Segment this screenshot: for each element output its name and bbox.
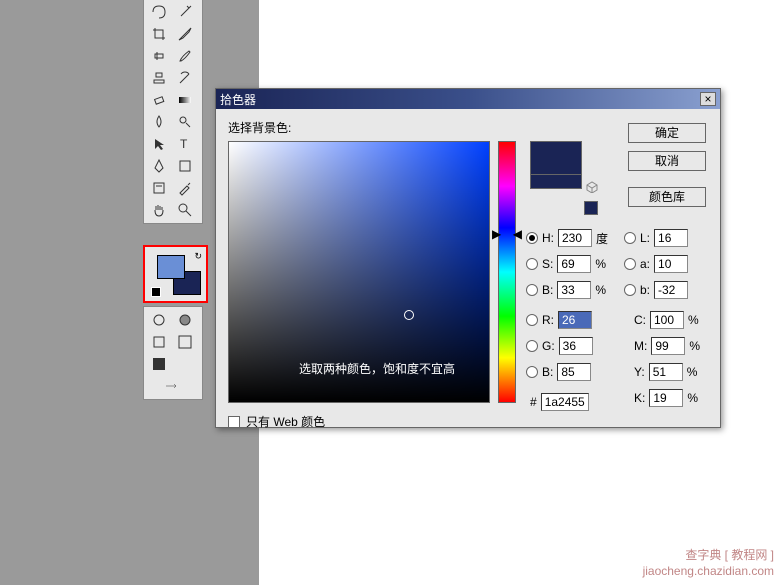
s-radio[interactable] — [526, 258, 538, 270]
web-only-label: 只有 Web 颜色 — [246, 413, 325, 430]
r-label: R: — [542, 313, 554, 327]
m-input[interactable]: 99 — [651, 337, 685, 355]
g-label: G: — [542, 339, 555, 353]
shape-icon[interactable] — [172, 155, 198, 177]
s-label: S: — [542, 257, 553, 271]
screen-mode-1-icon[interactable] — [146, 331, 172, 353]
s-unit: % — [595, 257, 606, 271]
web-only-checkbox[interactable] — [228, 416, 240, 428]
panel-annotation: 选取两种颜色，饱和度不宜高 — [299, 360, 455, 377]
screen-mode-2-icon[interactable] — [172, 331, 198, 353]
standard-mode-icon[interactable] — [146, 309, 172, 331]
blur-icon[interactable] — [146, 111, 172, 133]
a-input[interactable]: 10 — [654, 255, 688, 273]
websafe-swatch[interactable] — [584, 201, 598, 215]
k-input[interactable]: 19 — [649, 389, 683, 407]
svg-text:T: T — [180, 137, 188, 151]
eraser-icon[interactable] — [146, 89, 172, 111]
color-picker-dialog: 拾色器 × 选择背景色: 选取两种颜色，饱和度不宜高 ▶◀ 确定 取消 颜色库 … — [215, 88, 721, 428]
zoom-icon[interactable] — [172, 199, 198, 221]
hsb-b-label: B: — [542, 283, 553, 297]
hue-slider[interactable] — [498, 141, 516, 403]
brush-icon[interactable] — [172, 45, 198, 67]
sv-gradient-panel[interactable]: 选取两种颜色，饱和度不宜高 — [228, 141, 490, 403]
h-radio[interactable] — [526, 232, 538, 244]
wand-icon[interactable] — [172, 1, 198, 23]
l-radio[interactable] — [624, 232, 636, 244]
rgb-b-label: B: — [542, 365, 553, 379]
l-input[interactable]: 16 — [654, 229, 688, 247]
history-brush-icon[interactable] — [172, 67, 198, 89]
tool-palette: T — [143, 0, 203, 224]
lab-b-input[interactable]: -32 — [654, 281, 688, 299]
g-radio[interactable] — [526, 340, 538, 352]
new-color-preview — [530, 141, 582, 175]
rgb-b-radio[interactable] — [526, 366, 538, 378]
current-color-preview[interactable] — [530, 175, 582, 189]
pen-icon[interactable] — [146, 155, 172, 177]
k-unit: % — [687, 391, 698, 405]
y-unit: % — [687, 365, 698, 379]
h-unit: 度 — [596, 230, 608, 247]
watermark: 查字典 [ 教程网 ] jiaocheng.chazidian.com — [643, 547, 774, 579]
color-library-button[interactable]: 颜色库 — [628, 187, 706, 207]
lab-b-label: b: — [640, 283, 650, 297]
c-label: C: — [634, 313, 646, 327]
stamp-icon[interactable] — [146, 67, 172, 89]
cancel-button[interactable]: 取消 — [628, 151, 706, 171]
slice-icon[interactable] — [172, 23, 198, 45]
s-input[interactable]: 69 — [557, 255, 591, 273]
healing-icon[interactable] — [146, 45, 172, 67]
y-label: Y: — [634, 365, 645, 379]
notes-icon[interactable] — [146, 177, 172, 199]
close-button[interactable]: × — [700, 92, 716, 106]
type-icon[interactable]: T — [172, 133, 198, 155]
hue-slider-thumb: ▶◀ — [492, 227, 522, 241]
m-unit: % — [689, 339, 700, 353]
dialog-title: 拾色器 — [220, 91, 700, 108]
hsb-b-input[interactable]: 33 — [557, 281, 591, 299]
path-select-icon[interactable] — [146, 133, 172, 155]
hex-input[interactable]: 1a2455 — [541, 393, 589, 411]
lab-b-radio[interactable] — [624, 284, 636, 296]
a-label: a: — [640, 257, 650, 271]
tool-palette-bottom — [143, 306, 203, 400]
foreground-color-swatch[interactable] — [157, 255, 185, 279]
screen-mode-3-icon[interactable] — [146, 353, 172, 375]
k-label: K: — [634, 391, 645, 405]
h-label: H: — [542, 231, 554, 245]
a-radio[interactable] — [624, 258, 636, 270]
color-swatch-box: ↻ — [143, 245, 208, 303]
hand-icon[interactable] — [146, 199, 172, 221]
jump-to-icon[interactable] — [146, 375, 198, 397]
sv-cursor — [404, 310, 414, 320]
quickmask-mode-icon[interactable] — [172, 309, 198, 331]
r-input[interactable]: 26 — [558, 311, 592, 329]
swap-colors-icon[interactable]: ↻ — [194, 251, 202, 262]
hex-label: # — [530, 395, 537, 409]
ok-button[interactable]: 确定 — [628, 123, 706, 143]
h-input[interactable]: 230 — [558, 229, 592, 247]
c-input[interactable]: 100 — [650, 311, 684, 329]
m-label: M: — [634, 339, 647, 353]
gradient-icon[interactable] — [172, 89, 198, 111]
lasso-group-icon[interactable] — [146, 1, 172, 23]
dodge-icon[interactable] — [172, 111, 198, 133]
eyedropper-icon[interactable] — [172, 177, 198, 199]
crop-icon[interactable] — [146, 23, 172, 45]
y-input[interactable]: 51 — [649, 363, 683, 381]
l-label: L: — [640, 231, 650, 245]
rgb-b-input[interactable]: 85 — [557, 363, 591, 381]
hsb-b-unit: % — [595, 283, 606, 297]
cube-icon — [586, 181, 598, 193]
c-unit: % — [688, 313, 699, 327]
default-colors-icon[interactable] — [151, 287, 161, 297]
hsb-b-radio[interactable] — [526, 284, 538, 296]
r-radio[interactable] — [526, 314, 538, 326]
g-input[interactable]: 36 — [559, 337, 593, 355]
dialog-titlebar[interactable]: 拾色器 × — [216, 89, 720, 109]
